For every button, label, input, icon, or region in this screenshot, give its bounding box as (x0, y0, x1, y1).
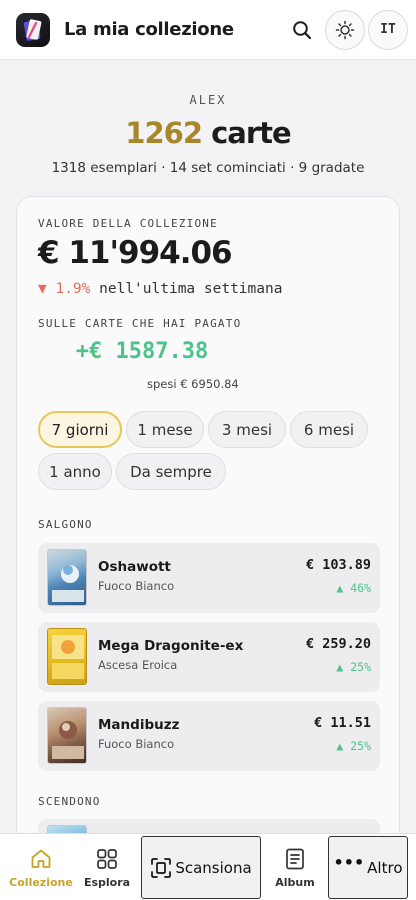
username: ALEX (189, 93, 227, 107)
period-pill-all[interactable]: Da sempre (116, 453, 226, 490)
mover-name: Mega Dragonite-ex (98, 638, 244, 654)
app-header: La mia collezione IT (0, 0, 416, 60)
weekly-change: ▼ 1.9% nell'ultima settimana (38, 281, 282, 297)
period-pill-1m[interactable]: 1 mese (126, 411, 204, 448)
nav-collection[interactable]: Collezione (8, 834, 74, 900)
search-button[interactable] (282, 10, 322, 50)
down-arrow-icon: ▼ (38, 281, 47, 297)
period-pill-7d[interactable]: 7 giorni (38, 411, 122, 448)
rising-label: SALGONO (38, 518, 93, 531)
language-label: IT (380, 22, 396, 37)
language-button[interactable]: IT (368, 9, 408, 50)
profit-amount: +€ 1587.38 (75, 339, 209, 364)
theme-toggle-button[interactable] (325, 9, 365, 50)
nav-collection-label: Collezione (9, 875, 73, 889)
nav-album-label: Album (275, 875, 315, 889)
mover-change: ▲ 46% (336, 581, 371, 595)
nav-more-label: Altro (367, 858, 403, 877)
card-count: 1262 (125, 116, 203, 150)
sun-icon (335, 20, 355, 39)
mover-row[interactable]: Mega Dragonite-ex Ascesa Eroica € 259.20… (38, 622, 380, 692)
card-thumbnail (47, 628, 87, 685)
collection-stats: 1318 esemplari · 14 set cominciati · 9 g… (51, 160, 365, 176)
mover-change: ▲ 25% (336, 660, 371, 674)
value-label: VALORE DELLA COLLEZIONE (38, 217, 218, 230)
falling-label: SCENDONO (38, 795, 101, 808)
nav-explore[interactable]: Esplora (76, 834, 138, 900)
page-title: La mia collezione (64, 19, 234, 40)
search-icon (293, 20, 312, 39)
mover-price: € 259.20 (305, 636, 371, 652)
nav-explore-label: Esplora (83, 875, 131, 889)
nav-scan[interactable]: Scansiona (141, 836, 261, 899)
mover-name: Mandibuzz (98, 717, 180, 733)
nav-scan-label: Scansiona (175, 858, 252, 877)
mover-change: ▲ 25% (336, 739, 371, 753)
period-pill-6m[interactable]: 6 mesi (290, 411, 368, 448)
cards-word: carte (211, 116, 292, 150)
card-count-heading: 1262 carte (0, 116, 416, 150)
mover-price: € 103.89 (305, 557, 371, 573)
album-icon (286, 848, 304, 869)
bottom-navigation: Collezione Esplora Scansiona Album ••• A… (0, 833, 416, 900)
nav-album[interactable]: Album (264, 834, 326, 900)
grid-icon (97, 848, 117, 869)
nav-more[interactable]: ••• Altro (328, 836, 408, 899)
paid-label: SULLE CARTE CHE HAI PAGATO (38, 317, 242, 330)
app-logo[interactable] (16, 12, 50, 47)
mover-set: Fuoco Bianco (98, 737, 175, 751)
more-icon: ••• (333, 853, 365, 872)
mover-price: € 11.51 (314, 715, 371, 731)
home-icon (31, 849, 51, 868)
collection-value-card: VALORE DELLA COLLEZIONE € 11'994.06 ▼ 1.… (16, 196, 400, 856)
scan-icon (151, 857, 172, 878)
mover-row[interactable]: Mandibuzz Fuoco Bianco € 11.51 ▲ 25% (38, 701, 380, 771)
collection-value: € 11'994.06 (38, 235, 233, 271)
spent-amount: spesi € 6950.84 (147, 377, 239, 391)
weekly-change-text: nell'ultima settimana (99, 281, 283, 297)
mover-name: Oshawott (98, 559, 171, 575)
mover-row[interactable]: Oshawott Fuoco Bianco € 103.89 ▲ 46% (38, 543, 380, 613)
weekly-change-percent: 1.9% (55, 281, 91, 297)
mover-set: Fuoco Bianco (98, 579, 175, 593)
mover-set: Ascesa Eroica (98, 658, 178, 672)
card-thumbnail (47, 549, 87, 606)
card-thumbnail (47, 707, 87, 764)
period-pill-3m[interactable]: 3 mesi (208, 411, 286, 448)
period-pill-1y[interactable]: 1 anno (38, 453, 112, 490)
